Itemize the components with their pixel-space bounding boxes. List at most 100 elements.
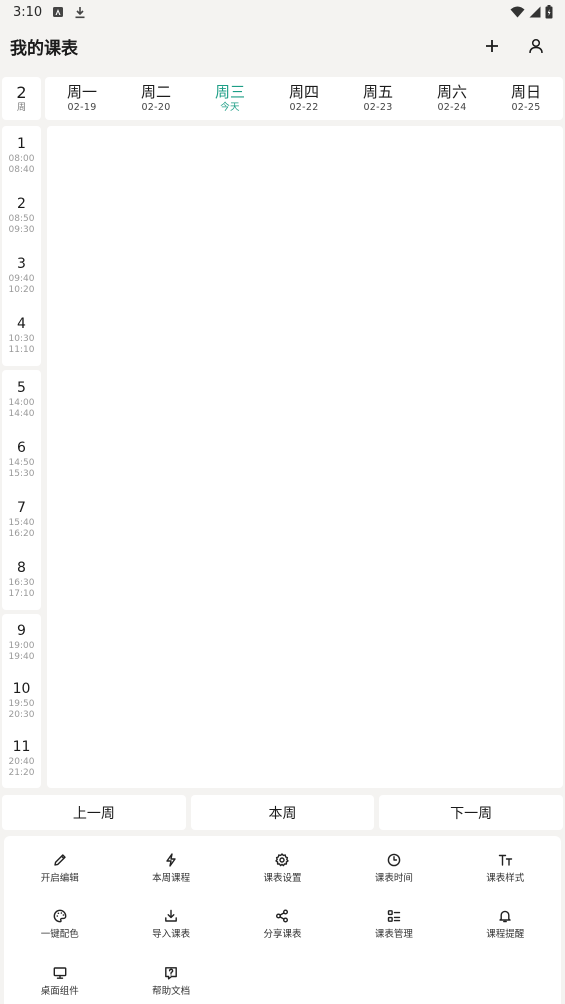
menu-item-label: 课表样式 (486, 872, 525, 884)
timetable-grid[interactable] (47, 126, 563, 788)
day-name: 周五 (362, 83, 393, 101)
period-9: 9 19:00 19:40 (2, 614, 41, 672)
menu-item-label: 课表设置 (263, 872, 302, 884)
gear-icon (274, 852, 290, 868)
period-group: 1 08:00 08:40 2 08:50 09:30 3 09:40 10:20 4 10:30 1… (2, 126, 41, 366)
period-number: 10 (12, 681, 31, 697)
menu-item-label: 课表管理 (374, 929, 413, 941)
import-icon (163, 908, 179, 924)
period-number: 9 (17, 623, 26, 639)
status-bar: 3:10 (0, 0, 565, 24)
day-name: 周日 (510, 83, 541, 101)
period-number: 8 (17, 560, 26, 576)
period-number: 6 (17, 440, 26, 456)
period-group: 5 14:00 14:40 6 14:50 15:30 7 15:40 16:20 8 16:30 1… (2, 370, 41, 610)
period-start-time: 14:00 (8, 398, 35, 408)
next-week-button[interactable]: 下一周 (379, 795, 564, 830)
period-end-time: 11:10 (8, 345, 35, 355)
day-date: 02-25 (511, 102, 541, 113)
wifi-icon (510, 6, 525, 18)
text-style-icon (497, 852, 513, 868)
week-selector[interactable]: 2 周 (2, 77, 41, 120)
user-icon (529, 38, 543, 54)
period-end-time: 14:40 (8, 409, 35, 419)
day-header-3[interactable]: 周三 今天 (193, 77, 267, 120)
period-end-time: 20:30 (8, 710, 35, 720)
day-date: 02-19 (67, 102, 97, 113)
menu-item-lightning[interactable]: 本周课程 (115, 840, 226, 897)
period-3: 3 09:40 10:20 (2, 246, 41, 306)
menu-item-label: 课表时间 (374, 872, 413, 884)
period-start-time: 08:00 (8, 154, 35, 164)
period-end-time: 09:30 (8, 225, 35, 235)
period-column: 1 08:00 08:40 2 08:50 09:30 3 09:40 10:20 4 10:30 1… (2, 126, 41, 788)
menu-item-share[interactable]: 分享课表 (227, 897, 338, 954)
day-date: 02-22 (289, 102, 319, 113)
menu-item-label: 开启编辑 (40, 872, 79, 884)
download-icon (74, 6, 86, 19)
menu-item-label: 课程提醒 (486, 929, 525, 941)
period-number: 1 (17, 136, 26, 152)
period-number: 4 (17, 316, 26, 332)
day-header-2[interactable]: 周二 02-20 (119, 77, 193, 120)
period-8: 8 16:30 17:10 (2, 550, 41, 610)
day-date: 02-23 (363, 102, 393, 113)
day-header-7[interactable]: 周日 02-25 (489, 77, 563, 120)
menu-item-import[interactable]: 导入课表 (115, 897, 226, 954)
period-start-time: 16:30 (8, 578, 35, 588)
signal-icon (529, 6, 541, 18)
day-header-5[interactable]: 周五 02-23 (341, 77, 415, 120)
period-start-time: 19:00 (8, 641, 35, 651)
menu-item-clock[interactable]: 课表时间 (338, 840, 449, 897)
battery-icon (545, 5, 553, 19)
palette-icon (52, 908, 68, 924)
day-date: 02-24 (437, 102, 467, 113)
menu-item-label: 分享课表 (263, 929, 302, 941)
period-5: 5 14:00 14:40 (2, 370, 41, 430)
clock-icon (386, 852, 402, 868)
day-name: 周六 (436, 83, 467, 101)
menu-item-help-doc[interactable]: 帮助文档 (115, 953, 226, 1004)
menu-item-text-style[interactable]: 课表样式 (450, 840, 561, 897)
period-end-time: 19:40 (8, 652, 35, 662)
day-name: 周四 (288, 83, 319, 101)
day-header-6[interactable]: 周六 02-24 (415, 77, 489, 120)
period-end-time: 16:20 (8, 529, 35, 539)
period-start-time: 08:50 (8, 214, 35, 224)
action-menu: 开启编辑 本周课程 课表设置 课表时间 课表样式一键配色 导入课表 分享课表 课表管理 课程提醒… (4, 836, 561, 1004)
day-date: 02-20 (141, 102, 171, 113)
current-week-button[interactable]: 本周 (190, 795, 375, 830)
share-icon (274, 908, 290, 924)
help-doc-icon (163, 965, 179, 981)
period-10: 10 19:50 20:30 (2, 672, 41, 730)
profile-button[interactable] (523, 33, 549, 59)
menu-item-label: 本周课程 (152, 872, 191, 884)
add-button[interactable] (479, 33, 505, 59)
menu-item-label: 一键配色 (40, 929, 79, 941)
menu-item-gear[interactable]: 课表设置 (227, 840, 338, 897)
period-number: 5 (17, 380, 26, 396)
period-6: 6 14:50 15:30 (2, 430, 41, 490)
menu-item-bell[interactable]: 课程提醒 (450, 897, 561, 954)
period-end-time: 15:30 (8, 469, 35, 479)
period-start-time: 09:40 (8, 274, 35, 284)
menu-item-list-manage[interactable]: 课表管理 (338, 897, 449, 954)
monitor-icon (52, 965, 68, 981)
period-end-time: 17:10 (8, 589, 35, 599)
day-header-4[interactable]: 周四 02-22 (267, 77, 341, 120)
day-header-1[interactable]: 周一 02-19 (45, 77, 119, 120)
period-start-time: 15:40 (8, 518, 35, 528)
period-start-time: 20:40 (8, 757, 35, 767)
day-name: 周一 (66, 83, 97, 101)
period-number: 7 (17, 500, 26, 516)
menu-item-monitor[interactable]: 桌面组件 (4, 953, 115, 1004)
menu-item-palette[interactable]: 一键配色 (4, 897, 115, 954)
period-7: 7 15:40 16:20 (2, 490, 41, 550)
prev-week-button[interactable]: 上一周 (2, 795, 186, 830)
period-end-time: 21:20 (8, 768, 35, 778)
app-bar: 我的课表 (0, 24, 565, 68)
page-title: 我的课表 (10, 38, 78, 59)
menu-item-label: 导入课表 (152, 929, 191, 941)
menu-item-pencil[interactable]: 开启编辑 (4, 840, 115, 897)
week-unit: 周 (16, 102, 26, 113)
